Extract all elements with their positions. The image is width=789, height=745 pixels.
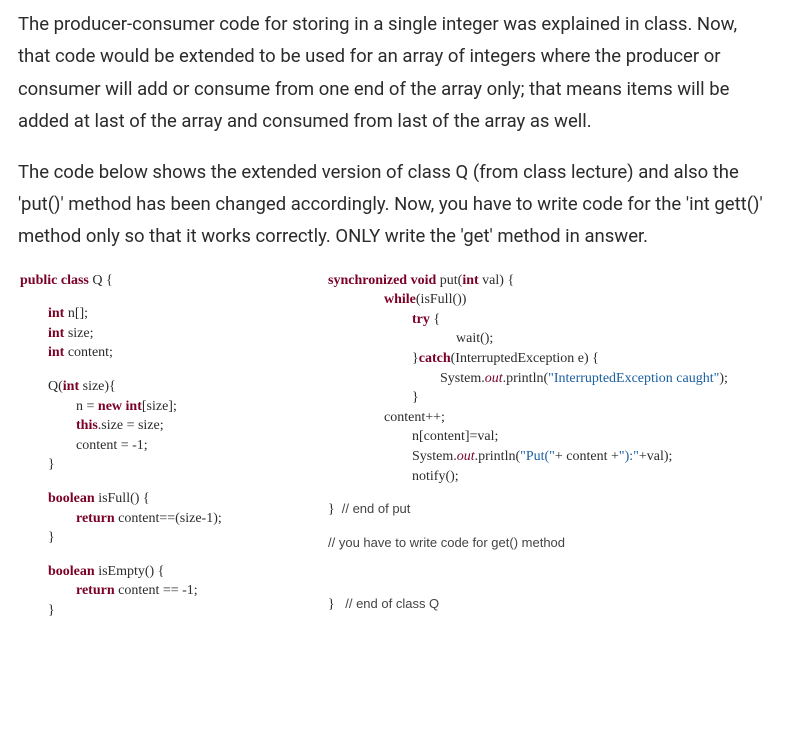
keyword: boolean xyxy=(48,564,95,579)
code-line: n = new int[size]; xyxy=(20,397,328,417)
code-line: } xyxy=(20,601,328,621)
code-text: [size]; xyxy=(142,399,177,414)
code-text: content; xyxy=(64,345,113,360)
code-instruction-comment: // you have to write code for get() meth… xyxy=(328,535,565,550)
code-text: content==(size-1); xyxy=(115,511,222,526)
code-text: .println( xyxy=(475,449,521,464)
code-line: public class Q { xyxy=(20,271,328,291)
code-text: } xyxy=(48,530,55,545)
code-text: n[]; xyxy=(64,306,88,321)
keyword: synchronized void xyxy=(328,273,436,288)
code-line: } // end of put xyxy=(328,500,771,520)
keyword: int xyxy=(48,326,64,341)
code-text: content == -1; xyxy=(115,583,198,598)
string-literal: "InterruptedException caught" xyxy=(548,371,719,386)
code-text: System. xyxy=(412,449,457,464)
problem-paragraph-2: The code below shows the extended versio… xyxy=(18,156,771,253)
field-ref: out xyxy=(457,449,475,464)
code-text: } xyxy=(48,457,55,472)
code-text: notify(); xyxy=(412,469,459,484)
code-text: } xyxy=(412,390,419,405)
code-line: Q(int size){ xyxy=(20,377,328,397)
code-line: wait(); xyxy=(328,329,771,349)
code-text: .println( xyxy=(503,371,549,386)
code-right-column: synchronized void put(int val) { while(i… xyxy=(328,271,771,621)
code-text: } xyxy=(412,351,419,366)
keyword: try xyxy=(412,312,430,327)
keyword: int xyxy=(48,345,64,360)
code-text: .size = size; xyxy=(98,418,164,433)
code-text: (isFull()) xyxy=(416,292,467,307)
code-line: } xyxy=(20,528,328,548)
code-line: }catch(InterruptedException e) { xyxy=(328,349,771,369)
keyword: this xyxy=(76,418,98,433)
code-line: try { xyxy=(328,310,771,330)
code-text: n[content]=val; xyxy=(412,429,498,444)
string-literal: "Put(" xyxy=(520,449,555,464)
keyword: catch xyxy=(419,351,451,366)
keyword: int xyxy=(63,379,79,394)
code-line: this.size = size; xyxy=(20,416,328,436)
keyword: int xyxy=(462,273,478,288)
keyword: while xyxy=(384,292,416,307)
code-text: { xyxy=(430,312,440,327)
code-text: size){ xyxy=(79,379,116,394)
string-literal: "):" xyxy=(619,449,639,464)
code-line: notify(); xyxy=(328,467,771,487)
code-text: } xyxy=(328,502,342,517)
code-text: } xyxy=(48,603,55,618)
code-text: content++; xyxy=(384,410,445,425)
code-text: n = xyxy=(76,399,98,414)
code-text: val) { xyxy=(479,273,515,288)
code-left-column: public class Q { int n[]; int size; int … xyxy=(18,271,328,621)
code-line: return content==(size-1); xyxy=(20,509,328,529)
code-line: System.out.println("Put("+ content +"):"… xyxy=(328,447,771,467)
code-text: } xyxy=(328,597,345,612)
code-line: while(isFull()) xyxy=(328,290,771,310)
code-line: content++; xyxy=(328,408,771,428)
code-text: put( xyxy=(436,273,462,288)
code-line: n[content]=val; xyxy=(328,427,771,447)
code-text: ); xyxy=(719,371,728,386)
keyword: boolean xyxy=(48,491,95,506)
code-line: // you have to write code for get() meth… xyxy=(328,534,771,554)
code-text: Q { xyxy=(89,273,113,288)
code-line: int content; xyxy=(20,343,328,363)
code-text: +val); xyxy=(639,449,673,464)
code-line: synchronized void put(int val) { xyxy=(328,271,771,291)
problem-paragraph-1: The producer-consumer code for storing i… xyxy=(18,8,771,138)
code-line: } // end of class Q xyxy=(328,595,771,615)
keyword: new int xyxy=(98,399,142,414)
code-text: wait(); xyxy=(456,331,493,346)
code-text: Q( xyxy=(48,379,63,394)
code-text: content = -1; xyxy=(76,438,148,453)
code-text: (InterruptedException e) { xyxy=(451,351,599,366)
code-text: isEmpty() { xyxy=(95,564,165,579)
field-ref: out xyxy=(485,371,503,386)
code-line: } xyxy=(20,455,328,475)
code-comment: // end of put xyxy=(342,501,411,516)
code-line: boolean isFull() { xyxy=(20,489,328,509)
keyword: return xyxy=(76,583,115,598)
code-line: return content == -1; xyxy=(20,581,328,601)
code-text: System. xyxy=(440,371,485,386)
code-line: System.out.println("InterruptedException… xyxy=(328,369,771,389)
code-line: int n[]; xyxy=(20,304,328,324)
keyword: int xyxy=(48,306,64,321)
code-comment: // end of class Q xyxy=(345,596,439,611)
code-text: size; xyxy=(64,326,93,341)
code-text: + content + xyxy=(555,449,619,464)
keyword: public class xyxy=(20,273,89,288)
keyword: return xyxy=(76,511,115,526)
code-line: content = -1; xyxy=(20,436,328,456)
code-text: isFull() { xyxy=(95,491,150,506)
code-line: boolean isEmpty() { xyxy=(20,562,328,582)
code-line: int size; xyxy=(20,324,328,344)
code-block: public class Q { int n[]; int size; int … xyxy=(18,271,771,621)
code-line: } xyxy=(328,388,771,408)
